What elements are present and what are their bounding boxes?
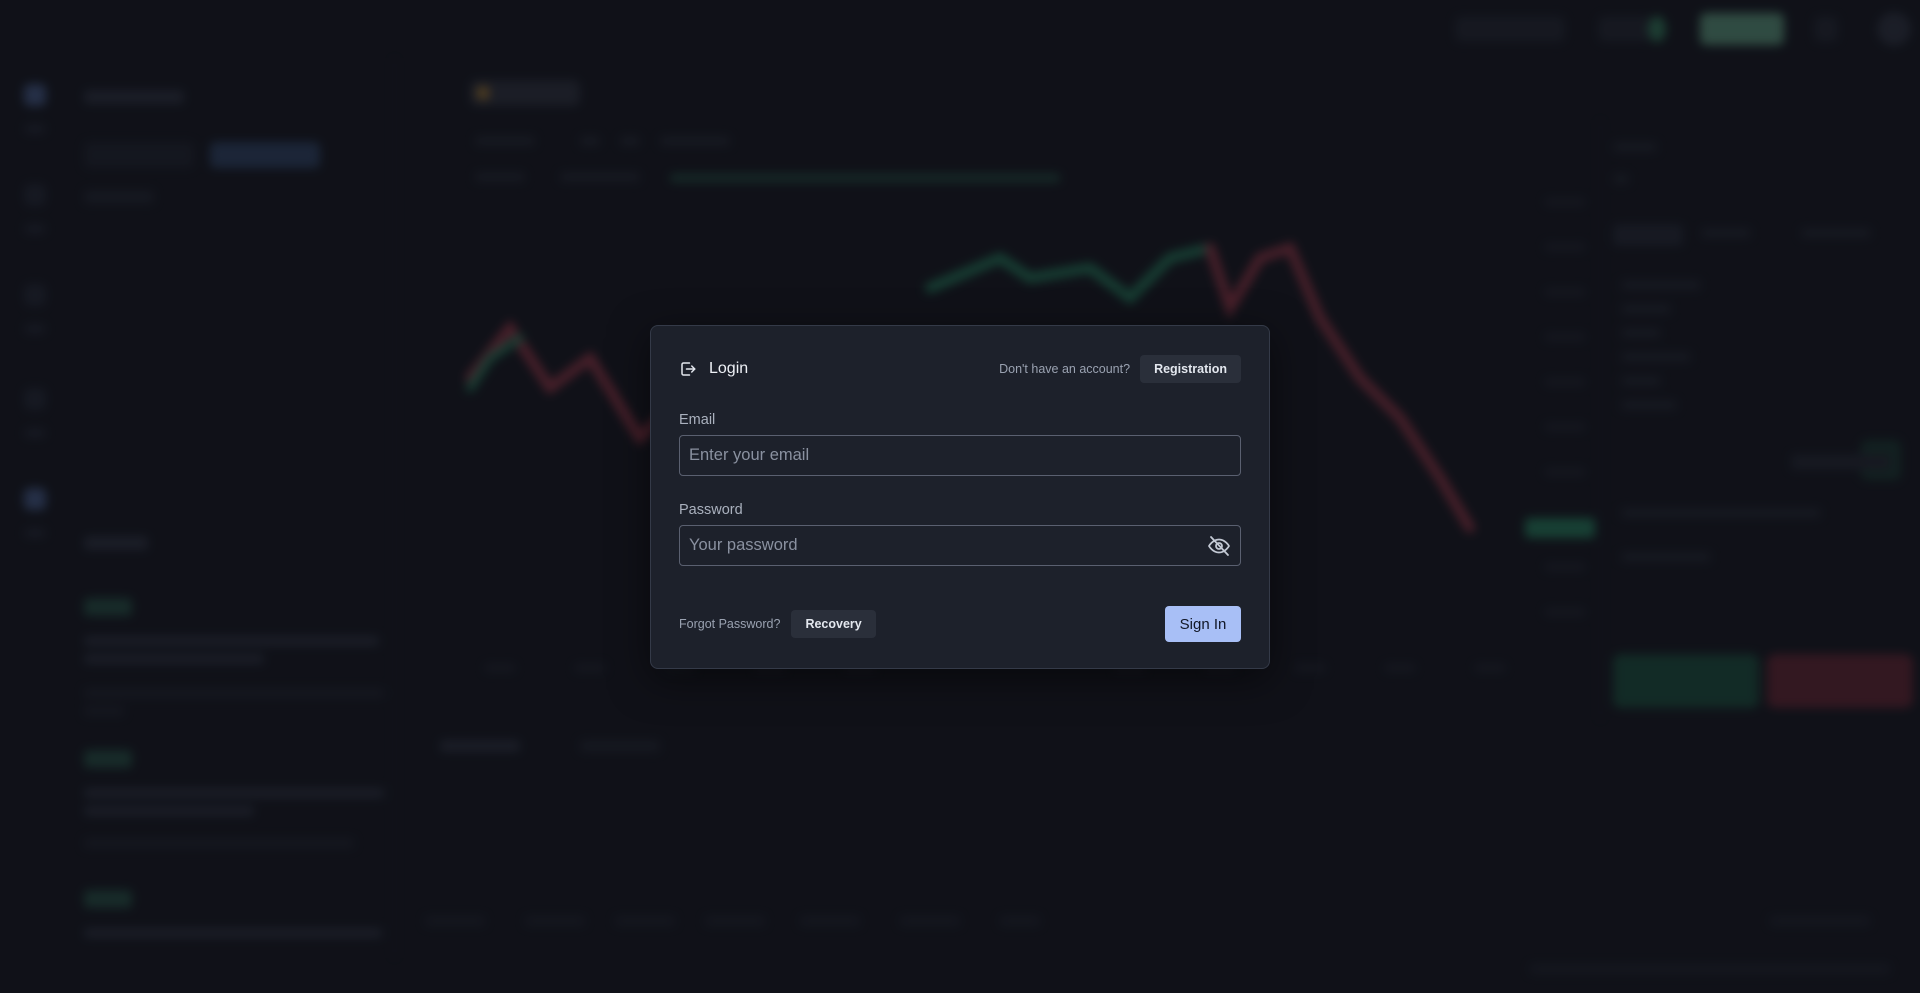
modal-header: Login Don't have an account? Registratio…	[679, 354, 1241, 384]
no-account-text: Don't have an account?	[999, 362, 1131, 376]
email-field-wrap	[679, 435, 1241, 476]
password-input[interactable]	[679, 525, 1241, 566]
registration-group: Don't have an account? Registration	[999, 355, 1241, 383]
title-group: Login	[679, 360, 748, 378]
modal-footer: Forgot Password? Recovery Sign In	[679, 606, 1241, 642]
recovery-button[interactable]: Recovery	[791, 610, 876, 638]
login-icon	[679, 360, 697, 378]
email-input[interactable]	[679, 435, 1241, 476]
forgot-group: Forgot Password? Recovery	[679, 610, 876, 638]
email-label: Email	[679, 412, 716, 428]
login-modal: Login Don't have an account? Registratio…	[650, 325, 1270, 669]
sign-in-button[interactable]: Sign In	[1165, 606, 1241, 642]
eye-off-icon[interactable]	[1207, 534, 1231, 558]
registration-button[interactable]: Registration	[1140, 355, 1241, 383]
modal-title: Login	[709, 360, 749, 377]
password-label: Password	[679, 502, 743, 518]
forgot-password-text: Forgot Password?	[679, 617, 781, 631]
password-field-wrap	[679, 525, 1241, 566]
